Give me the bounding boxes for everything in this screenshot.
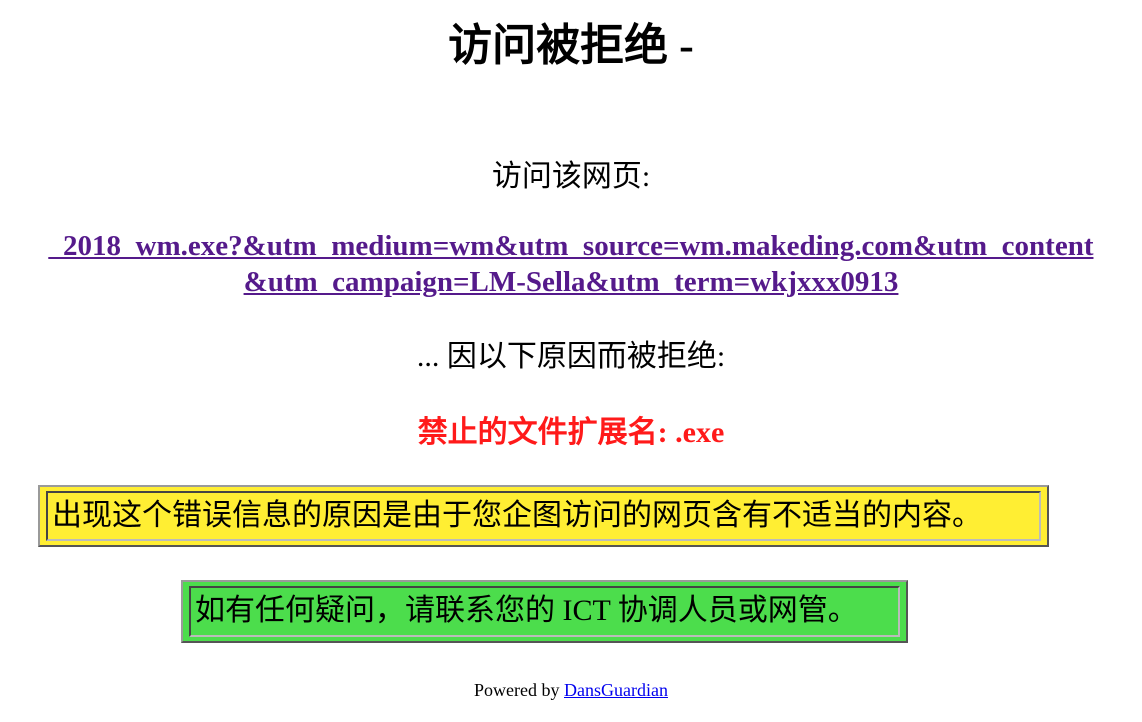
access-label: 访问该网页: [491, 160, 651, 193]
explanation-box: 出现这个错误信息的原因是由于您企图访问的网页含有不适当的内容。 [38, 485, 1049, 547]
access-denied-page: 访问被拒绝 - 访问该网页: _2018_wm.exe?&utm_medium=… [0, 0, 1142, 722]
blocked-url-link-line1[interactable]: _2018_wm.exe?&utm_medium=wm&utm_source=w… [0, 228, 1142, 264]
dansguardian-link[interactable]: DansGuardian [564, 680, 668, 700]
blocked-url-block: _2018_wm.exe?&utm_medium=wm&utm_source=w… [0, 228, 1142, 300]
footer: Powered by DansGuardian [0, 678, 1142, 702]
page-title: 访问被拒绝 - [448, 21, 694, 70]
blocked-url-link-line2[interactable]: &utm_campaign=LM-Sella&utm_term=wkjxxx09… [0, 264, 1142, 300]
powered-by-label: Powered by [474, 680, 560, 700]
contact-box: 如有任何疑问，请联系您的 ICT 协调人员或网管。 [181, 580, 908, 643]
explanation-text: 出现这个错误信息的原因是由于您企图访问的网页含有不适当的内容。 [46, 491, 1041, 541]
reason-label: ... 因以下原因而被拒绝: [416, 340, 726, 373]
denial-reason: 禁止的文件扩展名: .exe [417, 416, 725, 449]
contact-text: 如有任何疑问，请联系您的 ICT 协调人员或网管。 [189, 586, 900, 637]
